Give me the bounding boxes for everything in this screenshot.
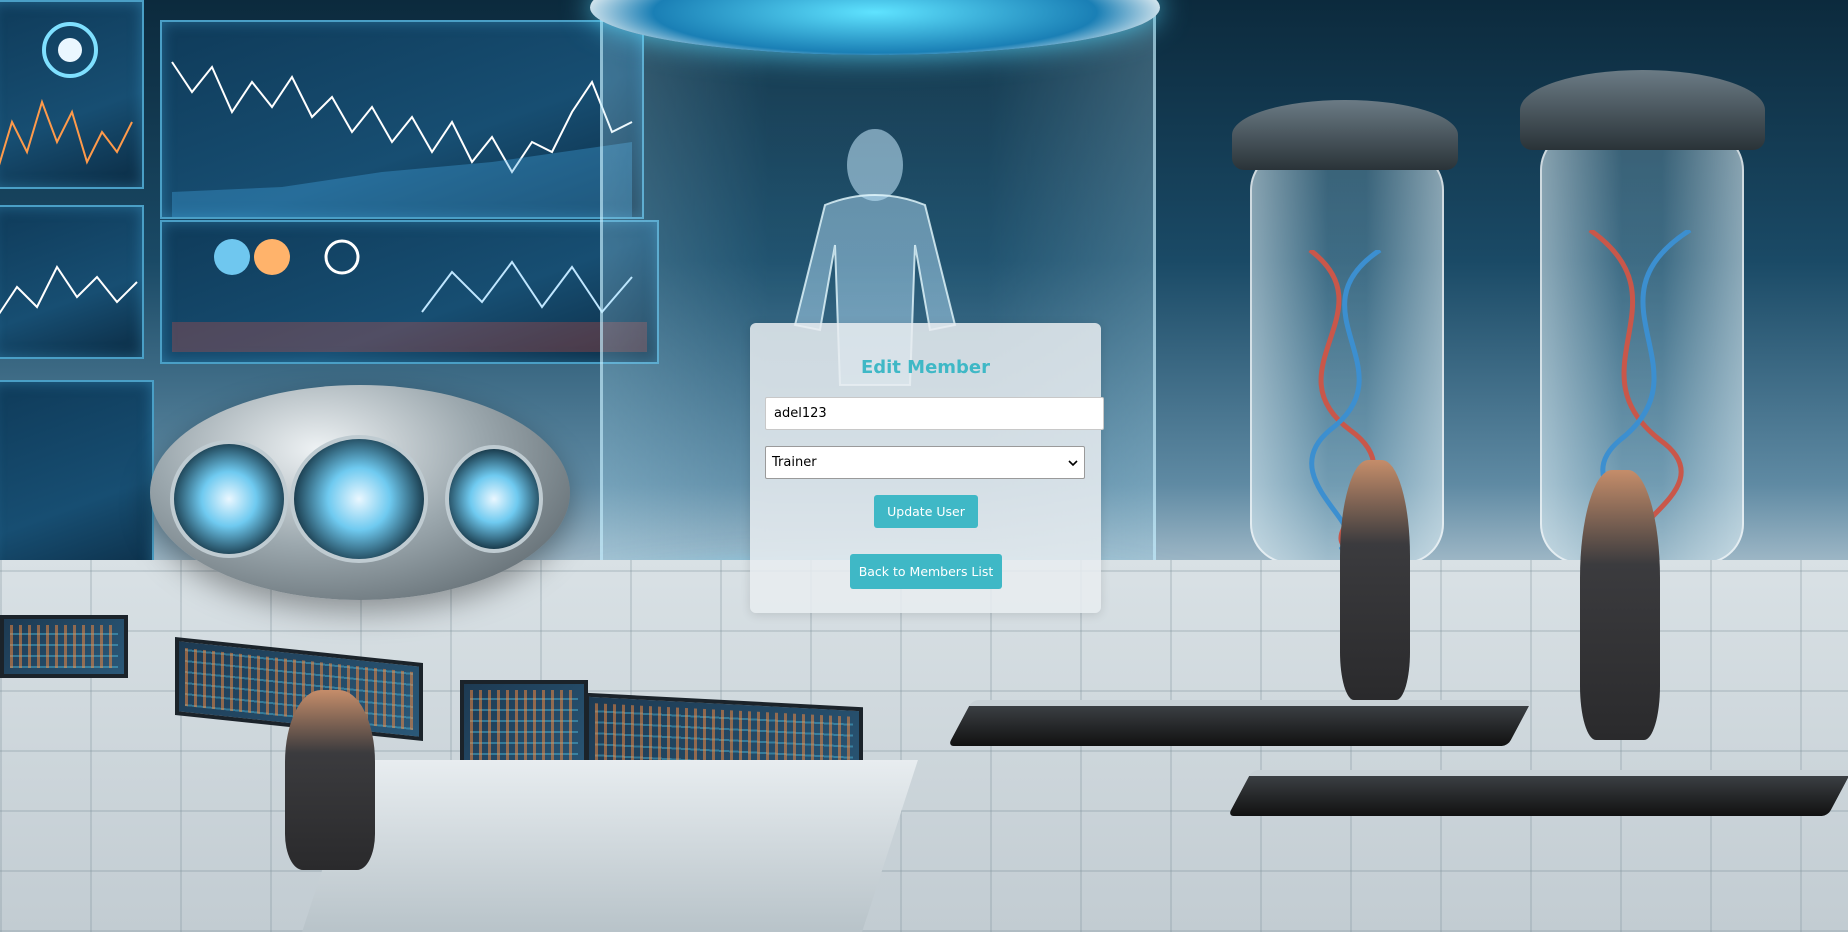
wall-screen-chart-large bbox=[160, 20, 644, 219]
update-user-button[interactable]: Update User bbox=[874, 495, 978, 528]
page-title: Edit Member bbox=[860, 357, 991, 378]
wall-screen-top-left bbox=[0, 0, 144, 189]
robot-eye bbox=[290, 435, 428, 563]
chart-graphic bbox=[0, 22, 133, 166]
robot-pod bbox=[150, 385, 570, 600]
wall-screen-mid-left bbox=[0, 205, 144, 359]
floor bbox=[0, 560, 1848, 932]
username-input[interactable] bbox=[765, 397, 1104, 430]
chevron-down-icon bbox=[1068, 459, 1078, 466]
treadmill bbox=[947, 700, 1533, 746]
treadmill bbox=[1227, 770, 1848, 816]
dashboard-graphic bbox=[172, 239, 647, 352]
wall-screen-low-left bbox=[0, 380, 154, 584]
runner bbox=[1580, 470, 1660, 740]
candle-graphic bbox=[0, 265, 138, 315]
cylinder-cap-right bbox=[1520, 70, 1765, 150]
line-graphic bbox=[171, 61, 633, 217]
robot-eye bbox=[170, 440, 288, 558]
desk-monitor bbox=[0, 615, 128, 678]
edit-member-card: Edit Member Trainer Update User Back to … bbox=[750, 323, 1104, 613]
cylinder-cap-left bbox=[1232, 100, 1458, 170]
role-select[interactable]: Trainer bbox=[765, 446, 1085, 479]
wall-screen-dashboard bbox=[160, 220, 659, 364]
robot-eye bbox=[445, 445, 543, 553]
runner bbox=[1340, 460, 1410, 700]
desk bbox=[302, 760, 918, 932]
person-at-desk bbox=[285, 690, 375, 870]
role-select-value: Trainer bbox=[772, 455, 817, 470]
back-to-members-button[interactable]: Back to Members List bbox=[850, 554, 1002, 589]
